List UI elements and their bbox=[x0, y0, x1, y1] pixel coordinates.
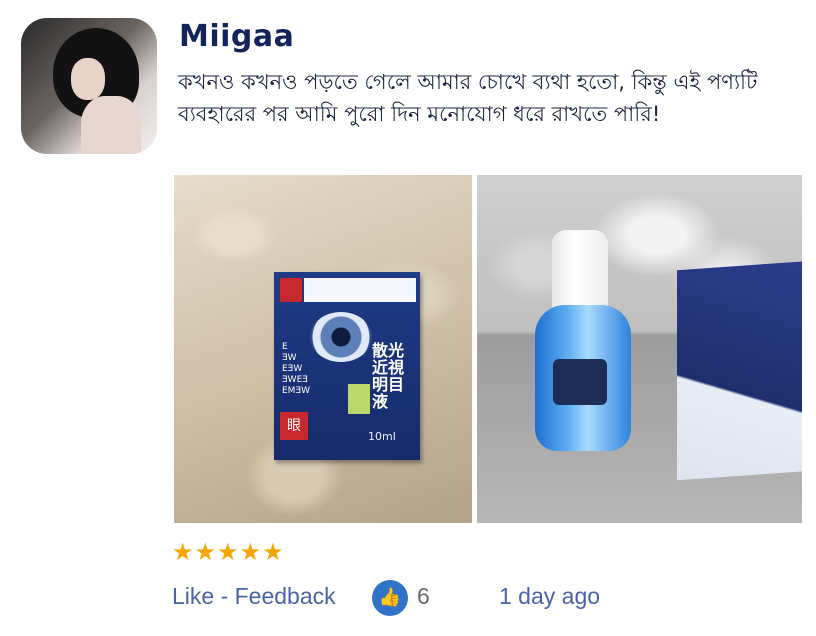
volume-label-graphic: 10ml bbox=[368, 430, 396, 443]
product-box: E ƎW EƎW ƎWEƎ EMƎW 散光 近視 明目液 眼 10ml bbox=[274, 272, 420, 460]
eye-drop-bottle bbox=[535, 305, 631, 451]
review-photo-1[interactable]: E ƎW EƎW ƎWEƎ EMƎW 散光 近視 明目液 眼 10ml bbox=[174, 175, 472, 523]
like-count: 6 bbox=[417, 583, 430, 609]
product-name-graphic: 散光 近視 明目液 bbox=[372, 341, 405, 411]
bottle-label bbox=[553, 359, 607, 405]
product-box-side bbox=[677, 259, 802, 481]
star-icon: ★ bbox=[172, 538, 194, 566]
avatar-face bbox=[71, 58, 105, 100]
box-header-band bbox=[304, 278, 416, 302]
brand-logo bbox=[280, 278, 302, 302]
star-icon: ★ bbox=[217, 538, 239, 566]
bottle-cap bbox=[552, 230, 608, 310]
star-icon: ★ bbox=[194, 538, 217, 566]
eye-chart-graphic: E ƎW EƎW ƎWEƎ EMƎW bbox=[282, 342, 311, 396]
thumbs-up-icon[interactable]: 👍 bbox=[372, 580, 408, 616]
eye-graphic bbox=[310, 312, 372, 362]
review-photo-2[interactable] bbox=[477, 175, 802, 523]
star-icon: ★ bbox=[239, 538, 262, 566]
green-label bbox=[348, 384, 370, 414]
user-avatar[interactable] bbox=[21, 18, 157, 154]
review-timestamp: 1 day ago bbox=[499, 583, 601, 609]
like-feedback-link[interactable]: Like - Feedback bbox=[172, 583, 336, 610]
username[interactable]: Miigaa bbox=[179, 19, 294, 54]
avatar-arm bbox=[81, 96, 141, 154]
review-text: কখনও কখনও পড়তে গেলে আমার চোখে ব্যথা হতো… bbox=[178, 70, 758, 126]
red-tag-graphic: 眼 bbox=[280, 412, 308, 440]
star-icon: ★ bbox=[262, 538, 284, 566]
rating-stars: ★ ★ ★ ★ ★ bbox=[172, 540, 284, 564]
